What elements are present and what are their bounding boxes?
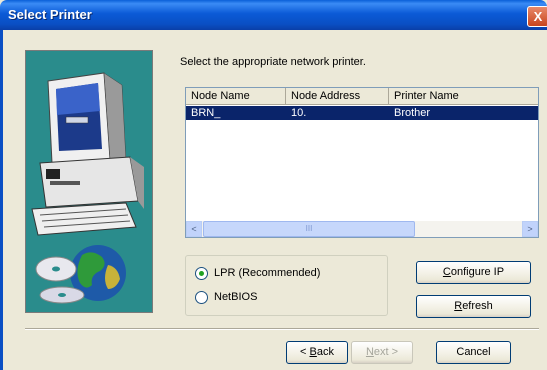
protocol-group — [185, 255, 388, 316]
scrollbar-thumb[interactable]: III — [203, 221, 415, 237]
configure-ip-label-post: onfigure IP — [450, 266, 505, 278]
cell-node-name: BRN_ — [191, 107, 221, 119]
next-button[interactable]: Next > — [351, 341, 413, 364]
back-label-post: ack — [316, 346, 334, 358]
list-header: Node Name Node Address Printer Name — [186, 88, 538, 105]
back-label-pre: < — [300, 346, 310, 358]
cancel-button[interactable]: Cancel — [436, 341, 511, 364]
radio-unchecked-icon[interactable] — [195, 290, 208, 304]
configure-ip-button[interactable]: Configure IP — [416, 261, 531, 284]
cell-printer-name: Brother — [394, 107, 431, 119]
window-frame — [0, 30, 3, 370]
close-icon: X — [533, 9, 543, 24]
radio-netbios[interactable]: NetBIOS — [195, 290, 257, 304]
refresh-label-post: efresh — [462, 300, 493, 312]
scroll-right-icon[interactable]: > — [522, 221, 538, 237]
horizontal-scrollbar[interactable]: < III > — [186, 221, 538, 237]
refresh-accel: R — [454, 300, 463, 312]
window-title: Select Printer — [8, 7, 92, 22]
instruction-text: Select the appropriate network printer. — [180, 56, 366, 68]
list-row-selected[interactable]: BRN_ 10. Brother — [186, 106, 538, 120]
configure-ip-accel: C — [442, 266, 451, 278]
printer-list[interactable]: Node Name Node Address Printer Name BRN_… — [185, 87, 539, 238]
back-button[interactable]: < Back — [286, 341, 348, 364]
close-button[interactable]: X — [527, 6, 547, 27]
radio-lpr[interactable]: LPR (Recommended) — [195, 266, 320, 280]
back-accel: B — [309, 346, 317, 358]
wizard-illustration — [25, 50, 153, 313]
column-header-node-name[interactable]: Node Name — [186, 88, 286, 105]
footer-divider — [25, 328, 539, 330]
next-label-post: ext > — [373, 346, 399, 358]
title-bar[interactable]: Select Printer X — [0, 0, 547, 30]
column-header-printer-name[interactable]: Printer Name — [389, 88, 538, 105]
column-header-node-address[interactable]: Node Address — [286, 88, 389, 105]
radio-netbios-label: NetBIOS — [214, 291, 258, 303]
refresh-button[interactable]: Refresh — [416, 295, 531, 318]
radio-checked-icon[interactable] — [195, 266, 208, 280]
computer-globe-illustration — [26, 51, 152, 312]
radio-lpr-label: LPR (Recommended) — [214, 267, 321, 279]
cell-node-address: 10. — [291, 107, 307, 119]
scroll-left-icon[interactable]: < — [186, 221, 202, 237]
next-accel: N — [365, 346, 374, 358]
